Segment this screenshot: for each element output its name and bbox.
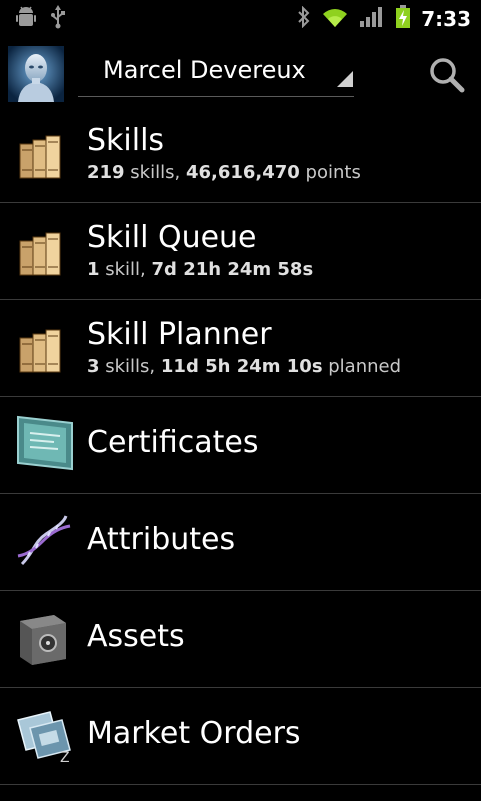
character-header: Marcel Devereux — [0, 38, 481, 106]
planner-count: 3 — [87, 356, 100, 377]
menu-item-subtitle: 1 skill, 7d 21h 24m 58s — [87, 259, 313, 280]
skill-points-label: points — [299, 162, 361, 183]
planner-time-label: planned — [322, 356, 402, 377]
android-debug-icon — [16, 6, 36, 32]
books-icon — [14, 320, 70, 376]
queue-count-label: skill, — [99, 259, 152, 280]
books-icon — [14, 126, 70, 182]
dna-icon — [14, 512, 71, 568]
menu-item-skills[interactable]: Skills 219 skills, 46,616,470 points — [0, 106, 481, 203]
bluetooth-icon — [297, 5, 311, 32]
planner-count-label: skills, — [99, 356, 161, 377]
menu-item-market-orders[interactable]: Z Market Orders — [0, 688, 481, 785]
svg-text:Z: Z — [60, 750, 70, 764]
status-bar: 7:33 — [0, 0, 481, 38]
skill-count-label: skills, — [124, 162, 186, 183]
wifi-icon — [321, 6, 349, 32]
planner-time: 11d 5h 24m 10s — [160, 356, 323, 377]
menu-item-certificates[interactable]: Certificates — [0, 397, 481, 494]
menu-item-title: Skills — [87, 123, 165, 158]
avatar[interactable] — [8, 46, 64, 102]
character-name: Marcel Devereux — [103, 56, 306, 84]
menu-item-title: Attributes — [87, 522, 236, 557]
menu-item-subtitle: 3 skills, 11d 5h 24m 10s planned — [87, 356, 401, 377]
menu-item-skill-planner[interactable]: Skill Planner 3 skills, 11d 5h 24m 10s p… — [0, 300, 481, 397]
menu-item-title: Skill Queue — [87, 220, 257, 255]
books-icon — [14, 223, 70, 279]
status-time: 7:33 — [421, 7, 471, 31]
menu-item-title: Skill Planner — [87, 317, 272, 352]
signal-icon — [359, 6, 385, 32]
dropdown-triangle-icon — [336, 70, 354, 92]
certificate-icon — [14, 413, 73, 471]
skill-count: 219 — [87, 162, 125, 183]
safe-icon — [14, 609, 70, 665]
menu-item-title: Certificates — [87, 425, 259, 460]
search-icon[interactable] — [428, 56, 466, 98]
character-selector[interactable]: Marcel Devereux — [78, 44, 354, 97]
menu-item-subtitle: 219 skills, 46,616,470 points — [87, 162, 361, 183]
menu-item-title: Assets — [87, 619, 185, 654]
usb-icon — [50, 5, 66, 33]
battery-charging-icon — [395, 5, 411, 33]
queue-time: 7d 21h 24m 58s — [151, 259, 314, 280]
menu-item-attributes[interactable]: Attributes — [0, 494, 481, 591]
market-orders-icon: Z — [14, 706, 71, 766]
menu-item-skill-queue[interactable]: Skill Queue 1 skill, 7d 21h 24m 58s — [0, 203, 481, 300]
main-menu-list: Skills 219 skills, 46,616,470 points Ski… — [0, 106, 481, 785]
skill-points: 46,616,470 — [185, 162, 300, 183]
queue-count: 1 — [87, 259, 100, 280]
menu-item-title: Market Orders — [87, 716, 301, 751]
menu-item-assets[interactable]: Assets — [0, 591, 481, 688]
